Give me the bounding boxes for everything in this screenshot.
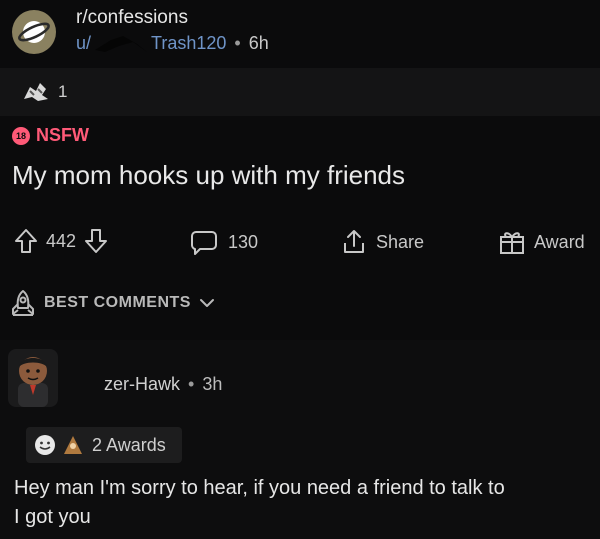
downvote-icon[interactable]	[84, 228, 108, 254]
comment-awards-label: 2 Awards	[92, 434, 166, 455]
comment-body: Hey man I'm sorry to hear, if you need a…	[14, 477, 505, 528]
subreddit-name[interactable]: r/confessions	[76, 7, 188, 29]
scribble-mark	[95, 35, 148, 52]
award-icon	[24, 83, 48, 101]
rocket-icon	[12, 290, 34, 316]
share-button[interactable]: Share	[340, 228, 424, 256]
nsfw-label: NSFW	[36, 125, 89, 145]
award-small-icon	[64, 436, 82, 454]
planet-icon	[18, 21, 50, 43]
vote-count: 442	[46, 230, 77, 251]
award-button[interactable]: Award	[498, 228, 585, 256]
nsfw-icon: 18	[12, 126, 30, 145]
user-prefix[interactable]: u/	[76, 33, 91, 54]
comment-separator: •	[188, 374, 195, 394]
comment-awards[interactable]: 2 Awards	[26, 427, 182, 463]
comment-sort[interactable]: BEST COMMENTS	[10, 289, 215, 317]
nsfw-tag: 18 NSFW	[12, 125, 89, 146]
comments-button[interactable]: 130	[190, 228, 258, 256]
award-label: Award	[534, 231, 585, 252]
subreddit-icon[interactable]	[12, 10, 56, 54]
post-actions: 442 130 Share Award	[0, 222, 600, 262]
post-title[interactable]: My mom hooks up with my friends	[12, 160, 405, 191]
wholesome-icon	[35, 435, 55, 455]
meta-separator: •	[234, 33, 241, 53]
comment-icon	[191, 231, 217, 255]
chevron-down-icon	[199, 299, 214, 307]
share-icon	[344, 230, 364, 253]
post-awards[interactable]: 1	[0, 68, 600, 116]
sort-label: BEST COMMENTS	[44, 294, 191, 311]
vote-group: 442	[14, 228, 108, 254]
comment-age: 3h	[202, 374, 223, 394]
comment-author[interactable]: zer-Hawk	[104, 374, 180, 395]
comment-meta: zer-Hawk • 3h	[104, 374, 222, 395]
upvote-icon[interactable]	[14, 228, 38, 254]
post-meta: u/ Trash120 • 6h	[76, 33, 269, 54]
post-age: 6h	[248, 33, 269, 53]
share-label: Share	[376, 231, 425, 252]
award-count: 1	[58, 82, 68, 101]
avatar-figure	[18, 357, 48, 407]
post-author[interactable]: Trash120	[151, 33, 226, 54]
gift-icon	[500, 232, 524, 254]
avatar[interactable]	[8, 349, 58, 407]
comment-count: 130	[228, 231, 259, 252]
